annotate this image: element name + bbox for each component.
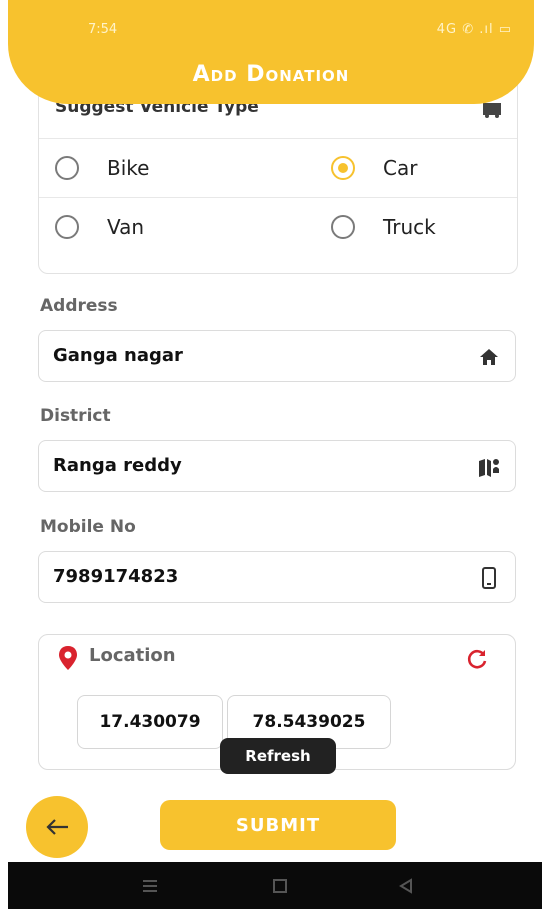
radio-van[interactable]: Van [55, 212, 144, 242]
home-button-icon[interactable] [270, 876, 290, 896]
radio-label: Truck [383, 215, 436, 239]
address-value: Ganga nagar [53, 345, 183, 366]
status-icons: 4G ✆ .ıl ▭ [436, 22, 512, 37]
menu-icon[interactable] [140, 876, 160, 896]
home-icon [480, 349, 498, 365]
status-time: 7:54 [88, 22, 118, 37]
refresh-tooltip: Refresh [220, 738, 336, 774]
district-value: Ranga reddy [53, 455, 182, 476]
radio-label: Car [383, 156, 418, 180]
mobile-field[interactable]: 7989174823 [38, 551, 516, 603]
mobile-value: 7989174823 [53, 566, 179, 587]
page-title: Add Donation [192, 62, 350, 87]
radio-circle-checked[interactable] [331, 156, 355, 180]
address-label: Address [40, 296, 118, 316]
longitude-value: 78.5439025 [252, 712, 366, 732]
system-nav-bar [8, 862, 542, 909]
map-icon [479, 459, 499, 477]
back-button[interactable] [26, 796, 88, 858]
mobile-label: Mobile No [40, 517, 136, 537]
radio-bike[interactable]: Bike [55, 153, 149, 183]
back-nav-icon[interactable] [396, 876, 416, 896]
radio-car[interactable]: Car [331, 153, 417, 183]
divider [39, 138, 517, 139]
status-bar: 7:54 4G ✆ .ıl ▭ [88, 22, 512, 42]
arrow-left-icon [46, 819, 68, 835]
location-title: Location [89, 645, 176, 666]
radio-truck[interactable]: Truck [331, 212, 436, 242]
submit-button[interactable]: SUBMIT [160, 800, 396, 850]
latitude-value: 17.430079 [99, 712, 201, 732]
radio-label: Van [107, 215, 145, 239]
district-field[interactable]: Ranga reddy [38, 440, 516, 492]
refresh-icon[interactable] [465, 647, 489, 671]
location-pin-icon [59, 646, 77, 670]
radio-circle[interactable] [331, 215, 355, 239]
radio-label: Bike [107, 156, 150, 180]
latitude-field: 17.430079 [77, 695, 223, 749]
radio-circle[interactable] [55, 156, 79, 180]
address-field[interactable]: Ganga nagar [38, 330, 516, 382]
district-label: District [40, 406, 111, 426]
radio-circle[interactable] [55, 215, 79, 239]
app-header: 7:54 4G ✆ .ıl ▭ Add Donation [8, 0, 534, 104]
phone-icon [482, 567, 496, 589]
divider [39, 197, 517, 198]
